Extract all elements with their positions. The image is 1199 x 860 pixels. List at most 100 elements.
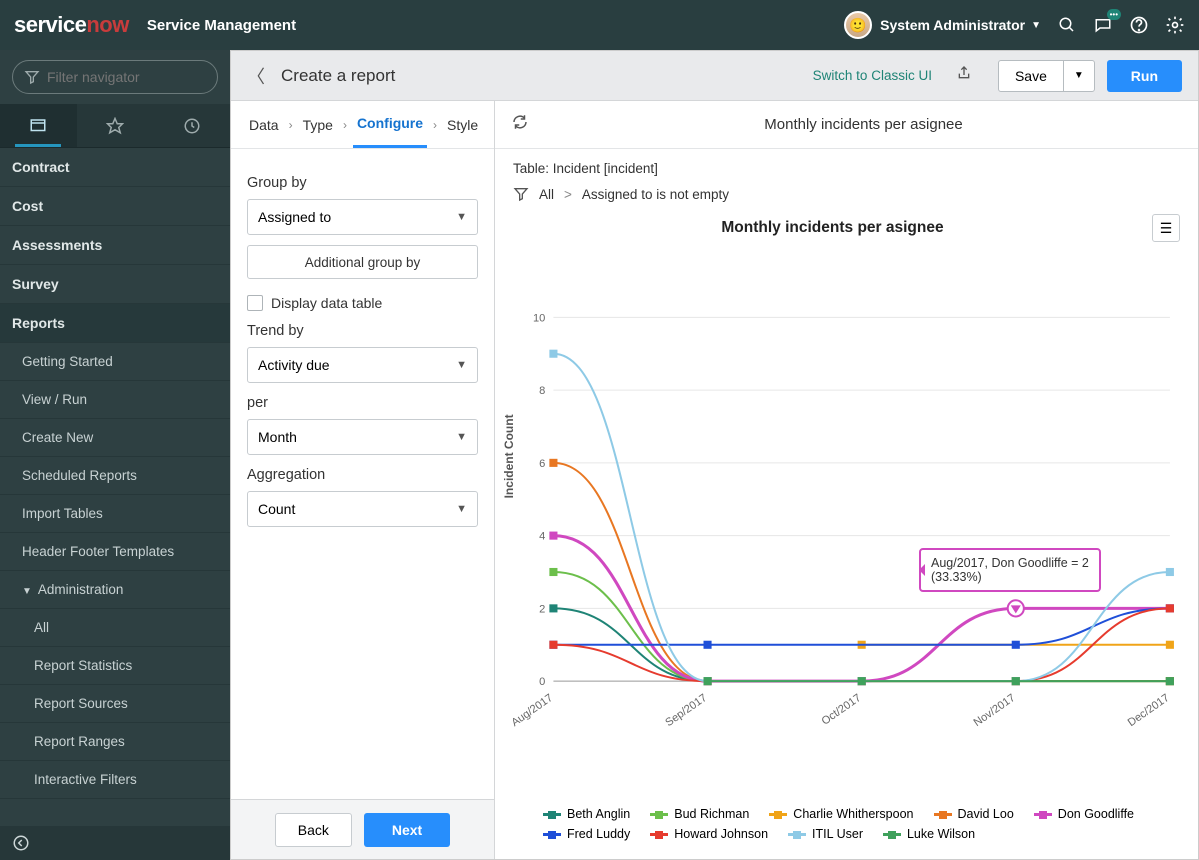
nav-tab-apps[interactable] [0, 104, 77, 147]
breadcrumb-sep: > [564, 187, 572, 202]
share-icon[interactable] [956, 65, 972, 86]
legend-swatch [769, 813, 787, 816]
legend-swatch [883, 833, 901, 836]
additional-group-button[interactable]: Additional group by [247, 245, 478, 279]
legend-item[interactable]: ITIL User [788, 827, 863, 841]
nav-sub-interactive-filters[interactable]: Interactive Filters [0, 761, 230, 799]
legend-item[interactable]: Beth Anglin [543, 807, 630, 821]
chart-panel: Monthly incidents per asignee Table: Inc… [495, 101, 1198, 859]
switch-classic-link[interactable]: Switch to Classic UI [813, 68, 932, 83]
trend-by-value: Activity due [258, 357, 330, 373]
nav-item-survey[interactable]: Survey [0, 265, 230, 304]
star-icon [106, 117, 124, 135]
legend-item[interactable]: Luke Wilson [883, 827, 975, 841]
nav-tab-favorites[interactable] [77, 104, 154, 147]
svg-text:6: 6 [539, 458, 545, 470]
logo-text-1: service [14, 12, 86, 37]
gear-icon[interactable] [1165, 15, 1185, 35]
chat-badge: ••• [1107, 9, 1121, 20]
legend-item[interactable]: David Loo [934, 807, 1014, 821]
app-title: Service Management [147, 17, 296, 34]
legend-label: Fred Luddy [567, 827, 630, 841]
chat-icon[interactable]: ••• [1093, 15, 1113, 35]
trend-by-label: Trend by [247, 323, 478, 339]
svg-text:Oct/2017: Oct/2017 [820, 692, 864, 728]
legend-label: Bud Richman [674, 807, 749, 821]
logo-text-2: now [86, 12, 129, 37]
chevron-right-icon: › [433, 118, 437, 132]
svg-text:Aug/2017: Aug/2017 [513, 692, 555, 729]
legend-label: ITIL User [812, 827, 863, 841]
user-name[interactable]: System Administrator [880, 17, 1025, 33]
nav-group-administration[interactable]: ▼Administration [0, 571, 230, 609]
tab-configure[interactable]: Configure [353, 101, 427, 148]
nav-sub-import-tables[interactable]: Import Tables [0, 495, 230, 533]
user-menu-caret-icon[interactable]: ▼ [1031, 20, 1041, 31]
group-by-select[interactable]: Assigned to ▼ [247, 199, 478, 235]
nav-sub-getting-started[interactable]: Getting Started [0, 343, 230, 381]
filter-all[interactable]: All [539, 187, 554, 202]
nav-item-reports[interactable]: Reports [0, 304, 230, 343]
tab-data[interactable]: Data [245, 103, 283, 147]
group-by-label: Group by [247, 175, 478, 191]
legend-swatch [650, 833, 668, 836]
run-button[interactable]: Run [1107, 60, 1182, 92]
chart-subtitle: Monthly incidents per asignee [513, 219, 1152, 237]
nav-sub-view-run[interactable]: View / Run [0, 381, 230, 419]
legend-item[interactable]: Howard Johnson [650, 827, 768, 841]
nav-item-cost[interactable]: Cost [0, 187, 230, 226]
display-table-checkbox[interactable] [247, 295, 263, 311]
clock-icon [183, 117, 201, 135]
nav-sub-create-new[interactable]: Create New [0, 419, 230, 457]
filter-navigator-input[interactable] [12, 60, 218, 94]
legend-label: Howard Johnson [674, 827, 768, 841]
legend-item[interactable]: Don Goodliffe [1034, 807, 1134, 821]
legend-item[interactable]: Fred Luddy [543, 827, 630, 841]
chevron-right-icon: › [289, 118, 293, 132]
next-button[interactable]: Next [364, 813, 450, 847]
nav-sub-scheduled-reports[interactable]: Scheduled Reports [0, 457, 230, 495]
chart-tooltip: Aug/2017, Don Goodliffe = 2 (33.33%) [919, 548, 1101, 592]
chart-menu-icon[interactable]: ☰ [1152, 214, 1180, 242]
help-icon[interactable] [1129, 15, 1149, 35]
save-dropdown-icon[interactable]: ▼ [1064, 70, 1094, 81]
nav-sub-report-sources[interactable]: Report Sources [0, 685, 230, 723]
per-select[interactable]: Month ▼ [247, 419, 478, 455]
page-title: Create a report [281, 66, 801, 86]
nav-sub-header-footer-templates[interactable]: Header Footer Templates [0, 533, 230, 571]
chevron-right-icon: › [343, 118, 347, 132]
funnel-icon[interactable] [513, 186, 529, 202]
nav-sub-report-ranges[interactable]: Report Ranges [0, 723, 230, 761]
aggregation-label: Aggregation [247, 467, 478, 483]
aggregation-select[interactable]: Count ▼ [247, 491, 478, 527]
legend-label: Luke Wilson [907, 827, 975, 841]
chart-filter-breadcrumb: All > Assigned to is not empty [495, 176, 1198, 202]
refresh-icon[interactable] [511, 113, 529, 136]
legend-item[interactable]: Bud Richman [650, 807, 749, 821]
save-button[interactable]: Save ▼ [998, 60, 1095, 92]
svg-text:2: 2 [539, 603, 545, 615]
avatar[interactable]: 🙂 [844, 11, 872, 39]
top-bar: servicenow Service Management 🙂 System A… [0, 0, 1199, 50]
nav-sub-report-statistics[interactable]: Report Statistics [0, 647, 230, 685]
config-panel: Data › Type › Configure › Style Group by Assig… [231, 101, 495, 859]
svg-text:Nov/2017: Nov/2017 [972, 692, 1018, 729]
nav-item-contract[interactable]: Contract [0, 148, 230, 187]
nav-tab-history[interactable] [153, 104, 230, 147]
tab-type[interactable]: Type [299, 103, 337, 147]
back-icon[interactable]: 〈 [247, 63, 265, 89]
back-button[interactable]: Back [275, 813, 352, 847]
tab-style[interactable]: Style [443, 103, 482, 147]
search-icon[interactable] [1057, 15, 1077, 35]
aggregation-value: Count [258, 501, 295, 517]
svg-text:0: 0 [539, 676, 545, 688]
nav-item-assessments[interactable]: Assessments [0, 226, 230, 265]
line-chart: 0246810Aug/2017Sep/2017Oct/2017Nov/2017D… [513, 250, 1180, 799]
collapse-nav-icon[interactable] [12, 834, 30, 852]
chevron-down-icon: ▼ [456, 431, 467, 443]
legend-item[interactable]: Charlie Whitherspoon [769, 807, 913, 821]
trend-by-select[interactable]: Activity due ▼ [247, 347, 478, 383]
save-label: Save [999, 61, 1064, 91]
filter-condition[interactable]: Assigned to is not empty [582, 187, 729, 202]
nav-sub-all[interactable]: All [0, 609, 230, 647]
